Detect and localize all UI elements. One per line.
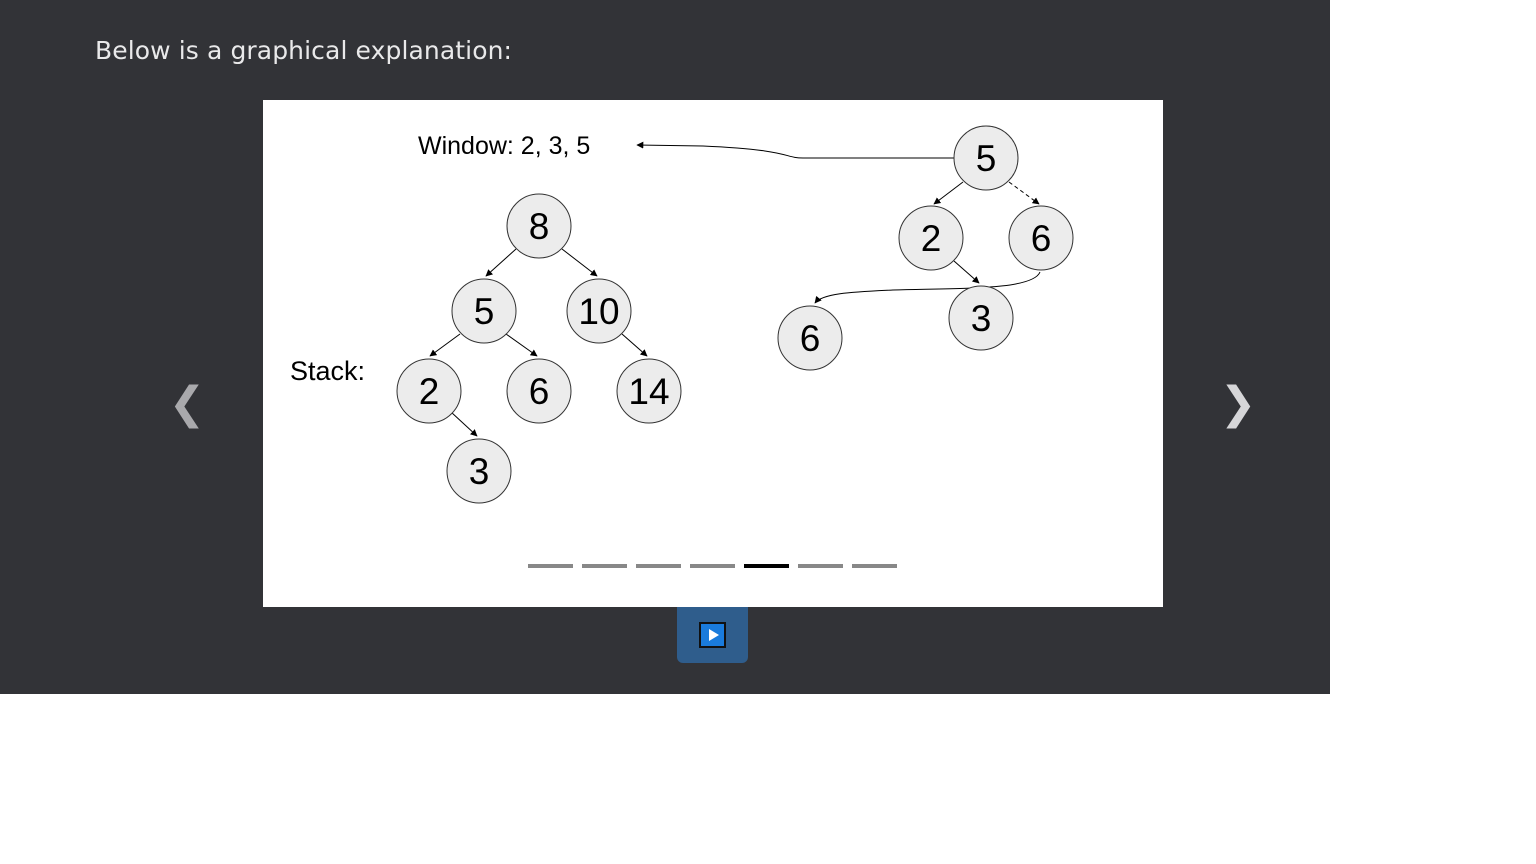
tree-node: 3 <box>948 285 1014 351</box>
stack-label: Stack: <box>290 356 365 386</box>
content-panel: Below is a graphical explanation: ❮ ❯ Wi… <box>0 0 1330 694</box>
edge-8-10 <box>561 248 598 277</box>
tree-node: 2 <box>898 205 964 271</box>
svg-text:6: 6 <box>529 371 550 412</box>
tree-node: 6 <box>777 305 843 371</box>
svg-text:3: 3 <box>469 451 490 492</box>
svg-text:5: 5 <box>474 291 495 332</box>
tree-node: 8 <box>506 193 572 259</box>
svg-text:5: 5 <box>976 138 997 179</box>
tree-node: 14 <box>616 358 682 424</box>
svg-text:14: 14 <box>628 371 669 412</box>
tree-node: 5 <box>953 125 1019 191</box>
svg-text:6: 6 <box>800 318 821 359</box>
slide-indicator-6[interactable] <box>798 564 843 568</box>
slide-indicator-4[interactable] <box>690 564 735 568</box>
tree-node: 5 <box>451 278 517 344</box>
slide-indicator-5[interactable] <box>744 564 789 568</box>
svg-text:3: 3 <box>971 298 992 339</box>
edge-root-to-window-label <box>636 141 955 159</box>
play-button[interactable] <box>677 607 748 663</box>
tree-node: 6 <box>506 358 572 424</box>
edge-5-6 <box>505 333 538 357</box>
svg-text:2: 2 <box>419 371 440 412</box>
edge-10-14 <box>621 333 648 357</box>
tree-node: 10 <box>566 278 632 344</box>
slide-indicator-1[interactable] <box>528 564 573 568</box>
edge-5-6-window <box>1008 181 1040 205</box>
edge-2-3 <box>450 411 478 437</box>
slide-indicator-2[interactable] <box>582 564 627 568</box>
slide-indicator-7[interactable] <box>852 564 897 568</box>
next-slide-button[interactable]: ❯ <box>1218 374 1258 434</box>
svg-text:10: 10 <box>578 291 619 332</box>
tree-node: 6 <box>1008 205 1074 271</box>
tree-node: 2 <box>396 358 462 424</box>
edge-5-2 <box>429 333 461 357</box>
play-icon <box>699 622 726 648</box>
slide-indicator-3[interactable] <box>636 564 681 568</box>
svg-text:8: 8 <box>529 206 550 247</box>
tree-node: 3 <box>446 438 512 504</box>
svg-text:2: 2 <box>921 218 942 259</box>
window-label: Window: 2, 3, 5 <box>418 132 590 160</box>
edge-8-5 <box>485 248 517 277</box>
slide-image: Window: 2, 3, 5 Stack: 8 5 10 2 6 14 3 5… <box>263 100 1163 607</box>
section-heading: Below is a graphical explanation: <box>95 36 513 65</box>
slide-indicators <box>528 564 897 568</box>
svg-text:6: 6 <box>1031 218 1052 259</box>
play-triangle-icon <box>709 629 719 641</box>
tree-diagram: Window: 2, 3, 5 Stack: 8 5 10 2 6 14 3 5… <box>290 125 1074 568</box>
edge-5-2-window <box>933 181 964 205</box>
edge-2-3-window <box>953 260 980 284</box>
prev-slide-button[interactable]: ❮ <box>167 374 207 434</box>
